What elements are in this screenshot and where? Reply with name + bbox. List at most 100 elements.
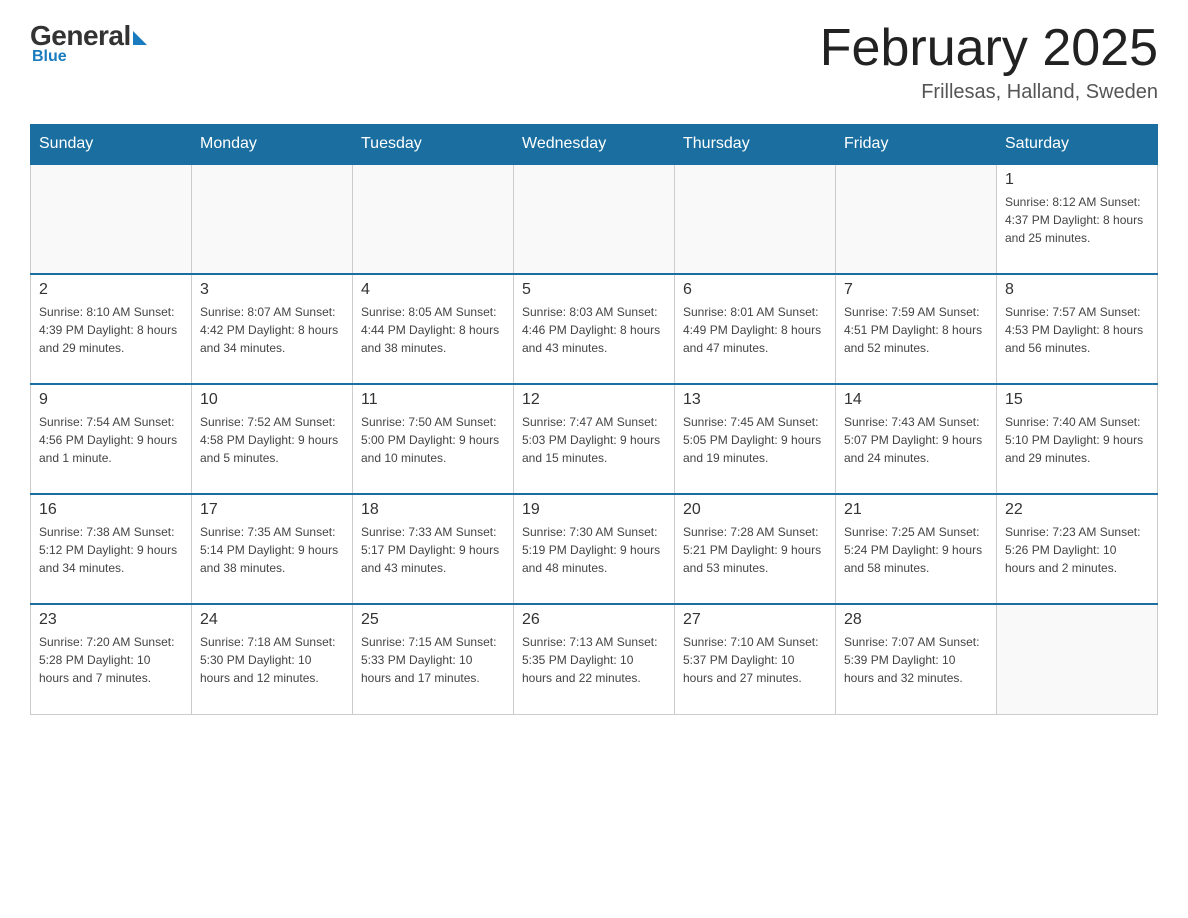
calendar-cell: 24 Sunrise: 7:18 AM Sunset: 5:30 PM Dayli… xyxy=(192,604,353,714)
calendar-cell xyxy=(514,164,675,274)
day-info: Sunrise: 8:10 AM Sunset: 4:39 PM Dayligh… xyxy=(39,303,183,357)
calendar-cell: 15 Sunrise: 7:40 AM Sunset: 5:10 PM Dayli… xyxy=(997,384,1158,494)
logo-triangle-icon xyxy=(133,31,147,45)
day-info: Sunrise: 7:40 AM Sunset: 5:10 PM Dayligh… xyxy=(1005,413,1149,467)
calendar-cell: 23 Sunrise: 7:20 AM Sunset: 5:28 PM Dayli… xyxy=(31,604,192,714)
day-info: Sunrise: 8:01 AM Sunset: 4:49 PM Dayligh… xyxy=(683,303,827,357)
day-info: Sunrise: 7:45 AM Sunset: 5:05 PM Dayligh… xyxy=(683,413,827,467)
calendar-cell xyxy=(997,604,1158,714)
day-info: Sunrise: 7:35 AM Sunset: 5:14 PM Dayligh… xyxy=(200,523,344,577)
calendar-cell: 16 Sunrise: 7:38 AM Sunset: 5:12 PM Dayli… xyxy=(31,494,192,604)
page-header: General Blue February 2025 Frillesas, Ha… xyxy=(30,20,1158,104)
col-thursday: Thursday xyxy=(675,125,836,165)
calendar-cell: 1Sunrise: 8:12 AM Sunset: 4:37 PM Daylig… xyxy=(997,164,1158,274)
calendar-cell xyxy=(675,164,836,274)
day-number: 23 xyxy=(39,611,183,629)
day-number: 16 xyxy=(39,501,183,519)
day-info: Sunrise: 7:38 AM Sunset: 5:12 PM Dayligh… xyxy=(39,523,183,577)
day-number: 22 xyxy=(1005,501,1149,519)
calendar-cell: 6 Sunrise: 8:01 AM Sunset: 4:49 PM Daylig… xyxy=(675,274,836,384)
day-number: 10 xyxy=(200,391,344,409)
calendar-cell: 13 Sunrise: 7:45 AM Sunset: 5:05 PM Dayli… xyxy=(675,384,836,494)
month-title: February 2025 xyxy=(820,20,1158,77)
calendar-cell: 20 Sunrise: 7:28 AM Sunset: 5:21 PM Dayli… xyxy=(675,494,836,604)
calendar-cell xyxy=(192,164,353,274)
day-info: Sunrise: 7:18 AM Sunset: 5:30 PM Dayligh… xyxy=(200,633,344,687)
calendar-cell: 25 Sunrise: 7:15 AM Sunset: 5:33 PM Dayli… xyxy=(353,604,514,714)
day-number: 8 xyxy=(1005,281,1149,299)
day-number: 12 xyxy=(522,391,666,409)
days-of-week-row: Sunday Monday Tuesday Wednesday Thursday… xyxy=(31,125,1158,165)
calendar-cell: 11 Sunrise: 7:50 AM Sunset: 5:00 PM Dayli… xyxy=(353,384,514,494)
col-tuesday: Tuesday xyxy=(353,125,514,165)
calendar-cell xyxy=(353,164,514,274)
day-number: 4 xyxy=(361,281,505,299)
calendar-cell: 10 Sunrise: 7:52 AM Sunset: 4:58 PM Dayli… xyxy=(192,384,353,494)
day-number: 2 xyxy=(39,281,183,299)
day-info: Sunrise: 7:28 AM Sunset: 5:21 PM Dayligh… xyxy=(683,523,827,577)
day-info: Sunrise: 7:20 AM Sunset: 5:28 PM Dayligh… xyxy=(39,633,183,687)
week-row-1: 2 Sunrise: 8:10 AM Sunset: 4:39 PM Daylig… xyxy=(31,274,1158,384)
day-info: Sunrise: 8:05 AM Sunset: 4:44 PM Dayligh… xyxy=(361,303,505,357)
day-number: 21 xyxy=(844,501,988,519)
calendar-header: Sunday Monday Tuesday Wednesday Thursday… xyxy=(31,125,1158,165)
calendar-cell: 27Sunrise: 7:10 AM Sunset: 5:37 PM Dayli… xyxy=(675,604,836,714)
day-info: Sunrise: 7:25 AM Sunset: 5:24 PM Dayligh… xyxy=(844,523,988,577)
calendar-cell: 3Sunrise: 8:07 AM Sunset: 4:42 PM Daylig… xyxy=(192,274,353,384)
week-row-3: 16 Sunrise: 7:38 AM Sunset: 5:12 PM Dayli… xyxy=(31,494,1158,604)
calendar-cell: 22 Sunrise: 7:23 AM Sunset: 5:26 PM Dayli… xyxy=(997,494,1158,604)
day-info: Sunrise: 7:23 AM Sunset: 5:26 PM Dayligh… xyxy=(1005,523,1149,577)
day-number: 6 xyxy=(683,281,827,299)
calendar-body: 1Sunrise: 8:12 AM Sunset: 4:37 PM Daylig… xyxy=(31,164,1158,714)
day-number: 9 xyxy=(39,391,183,409)
calendar-cell xyxy=(31,164,192,274)
calendar-table: Sunday Monday Tuesday Wednesday Thursday… xyxy=(30,124,1158,715)
calendar-cell: 8Sunrise: 7:57 AM Sunset: 4:53 PM Daylig… xyxy=(997,274,1158,384)
calendar-cell: 28Sunrise: 7:07 AM Sunset: 5:39 PM Dayli… xyxy=(836,604,997,714)
day-info: Sunrise: 7:33 AM Sunset: 5:17 PM Dayligh… xyxy=(361,523,505,577)
calendar-cell: 17 Sunrise: 7:35 AM Sunset: 5:14 PM Dayli… xyxy=(192,494,353,604)
title-area: February 2025 Frillesas, Halland, Sweden xyxy=(820,20,1158,104)
day-number: 5 xyxy=(522,281,666,299)
day-number: 26 xyxy=(522,611,666,629)
day-number: 25 xyxy=(361,611,505,629)
day-number: 11 xyxy=(361,391,505,409)
calendar-cell: 7 Sunrise: 7:59 AM Sunset: 4:51 PM Daylig… xyxy=(836,274,997,384)
day-number: 13 xyxy=(683,391,827,409)
calendar-cell: 2 Sunrise: 8:10 AM Sunset: 4:39 PM Daylig… xyxy=(31,274,192,384)
day-number: 17 xyxy=(200,501,344,519)
day-info: Sunrise: 7:59 AM Sunset: 4:51 PM Dayligh… xyxy=(844,303,988,357)
day-number: 24 xyxy=(200,611,344,629)
day-info: Sunrise: 7:50 AM Sunset: 5:00 PM Dayligh… xyxy=(361,413,505,467)
day-number: 20 xyxy=(683,501,827,519)
week-row-2: 9Sunrise: 7:54 AM Sunset: 4:56 PM Daylig… xyxy=(31,384,1158,494)
week-row-0: 1Sunrise: 8:12 AM Sunset: 4:37 PM Daylig… xyxy=(31,164,1158,274)
logo-blue-text: Blue xyxy=(32,48,67,66)
calendar-cell: 21 Sunrise: 7:25 AM Sunset: 5:24 PM Dayli… xyxy=(836,494,997,604)
col-sunday: Sunday xyxy=(31,125,192,165)
day-info: Sunrise: 7:15 AM Sunset: 5:33 PM Dayligh… xyxy=(361,633,505,687)
day-number: 15 xyxy=(1005,391,1149,409)
location-text: Frillesas, Halland, Sweden xyxy=(820,81,1158,104)
logo: General Blue xyxy=(30,20,147,66)
day-number: 7 xyxy=(844,281,988,299)
day-number: 14 xyxy=(844,391,988,409)
calendar-cell: 19Sunrise: 7:30 AM Sunset: 5:19 PM Dayli… xyxy=(514,494,675,604)
day-info: Sunrise: 7:52 AM Sunset: 4:58 PM Dayligh… xyxy=(200,413,344,467)
calendar-cell: 4 Sunrise: 8:05 AM Sunset: 4:44 PM Daylig… xyxy=(353,274,514,384)
day-info: Sunrise: 8:03 AM Sunset: 4:46 PM Dayligh… xyxy=(522,303,666,357)
calendar-cell: 12 Sunrise: 7:47 AM Sunset: 5:03 PM Dayli… xyxy=(514,384,675,494)
col-monday: Monday xyxy=(192,125,353,165)
day-number: 1 xyxy=(1005,171,1149,189)
col-saturday: Saturday xyxy=(997,125,1158,165)
day-info: Sunrise: 8:07 AM Sunset: 4:42 PM Dayligh… xyxy=(200,303,344,357)
calendar-cell: 26 Sunrise: 7:13 AM Sunset: 5:35 PM Dayli… xyxy=(514,604,675,714)
day-info: Sunrise: 7:47 AM Sunset: 5:03 PM Dayligh… xyxy=(522,413,666,467)
day-number: 28 xyxy=(844,611,988,629)
day-info: Sunrise: 7:10 AM Sunset: 5:37 PM Dayligh… xyxy=(683,633,827,687)
calendar-cell: 18 Sunrise: 7:33 AM Sunset: 5:17 PM Dayli… xyxy=(353,494,514,604)
day-number: 18 xyxy=(361,501,505,519)
day-info: Sunrise: 7:30 AM Sunset: 5:19 PM Dayligh… xyxy=(522,523,666,577)
calendar-cell: 14Sunrise: 7:43 AM Sunset: 5:07 PM Dayli… xyxy=(836,384,997,494)
day-info: Sunrise: 7:13 AM Sunset: 5:35 PM Dayligh… xyxy=(522,633,666,687)
